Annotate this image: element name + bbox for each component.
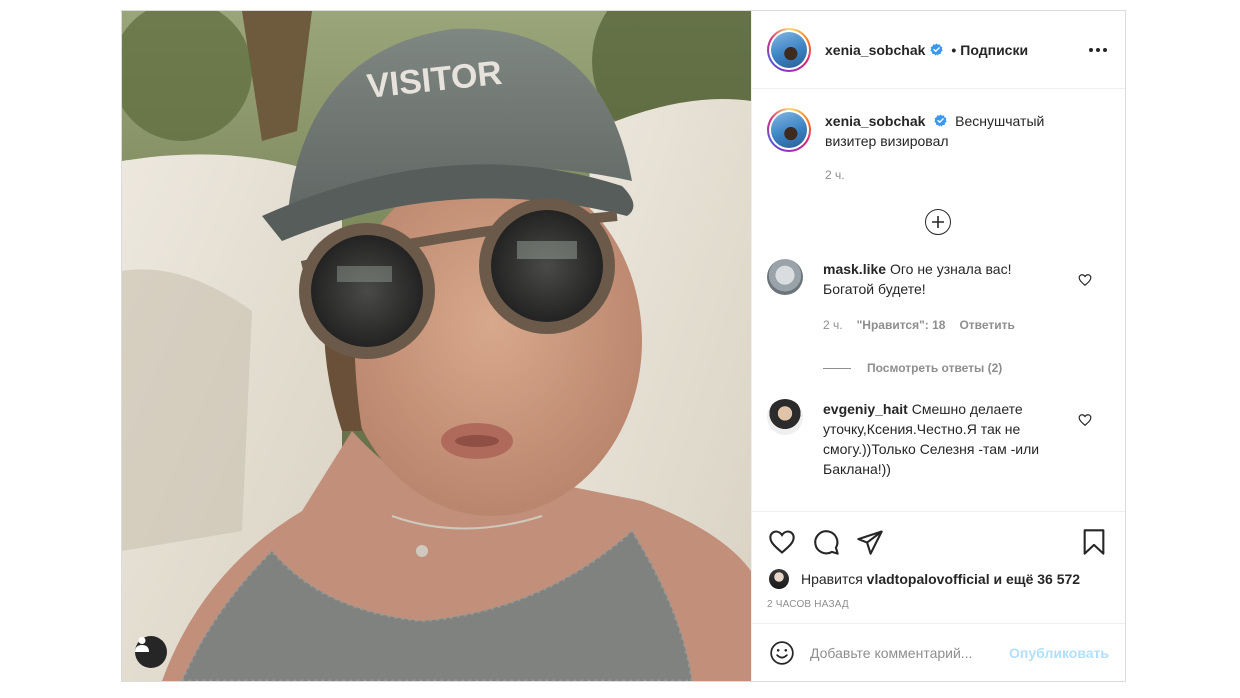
comments-list[interactable]: xenia_sobchak Веснушчатый визитер визиро… xyxy=(752,89,1125,511)
heart-icon[interactable] xyxy=(1078,413,1092,427)
reply-button[interactable]: Ответить xyxy=(959,315,1014,335)
instagram-post: VISITOR xenia_sobchak • Подписки xenia_s… xyxy=(121,10,1126,682)
comment-avatar[interactable] xyxy=(767,259,803,295)
liker-avatar[interactable] xyxy=(769,569,789,589)
paper-plane-icon xyxy=(857,530,883,555)
share-button[interactable] xyxy=(855,527,885,557)
likes-count[interactable]: и ещё 36 572 xyxy=(993,571,1080,587)
selfie-illustration: VISITOR xyxy=(122,11,751,681)
save-button[interactable] xyxy=(1079,527,1109,557)
comment-button[interactable] xyxy=(811,527,841,557)
tagged-users-button[interactable] xyxy=(135,636,167,668)
comment-username[interactable]: mask.like xyxy=(823,261,886,277)
post-header: xenia_sobchak • Подписки xyxy=(752,11,1125,89)
comment-bubble-icon xyxy=(814,530,839,555)
caption-avatar[interactable] xyxy=(767,108,811,152)
heart-icon[interactable] xyxy=(1078,273,1092,287)
comment-avatar[interactable] xyxy=(767,399,803,435)
like-button[interactable] xyxy=(767,527,797,557)
emoji-button[interactable] xyxy=(767,638,797,668)
caption-username[interactable]: xenia_sobchak xyxy=(825,113,925,129)
liker-username[interactable]: vladtopalovofficial xyxy=(867,571,990,587)
author-avatar[interactable] xyxy=(767,27,811,72)
caption-time[interactable]: 2 ч. xyxy=(825,165,845,185)
publish-button[interactable]: Опубликовать xyxy=(1009,645,1109,661)
post-caption: xenia_sobchak Веснушчатый визитер визиро… xyxy=(767,108,1109,185)
comment-likes[interactable]: "Нравится": 18 xyxy=(857,315,946,335)
bookmark-icon xyxy=(1083,529,1105,555)
comment-time[interactable]: 2 ч. xyxy=(823,315,843,335)
verified-badge-icon xyxy=(930,43,944,56)
following-button[interactable]: Подписки xyxy=(960,42,1028,58)
verified-badge-icon xyxy=(934,114,947,127)
post-side-panel: xenia_sobchak • Подписки xenia_sobchak В… xyxy=(751,11,1125,681)
add-comment-bar: Опубликовать xyxy=(752,623,1125,681)
post-actions: Нравится vladtopalovofficial и ещё 36 57… xyxy=(752,511,1125,681)
post-timestamp[interactable]: 2 часов назад xyxy=(767,599,1109,610)
heart-icon xyxy=(769,530,795,554)
more-options-icon[interactable] xyxy=(1087,42,1109,58)
likes-summary: Нравится vladtopalovofficial и ещё 36 57… xyxy=(767,569,1109,589)
author-username[interactable]: xenia_sobchak xyxy=(825,42,925,58)
user-tag-icon xyxy=(135,637,149,652)
smiley-icon xyxy=(770,640,794,665)
view-replies-label: Посмотреть ответы (2) xyxy=(867,361,1003,375)
plus-circle-icon[interactable] xyxy=(925,209,951,235)
post-photo[interactable]: VISITOR xyxy=(122,11,751,681)
view-replies-button[interactable]: Посмотреть ответы (2) xyxy=(823,361,1109,375)
likes-prefix: Нравится xyxy=(801,571,863,587)
comment-username[interactable]: evgeniy_hait xyxy=(823,401,908,417)
comment-item: evgeniy_hait Смешно делаете уточку,Ксени… xyxy=(767,399,1109,479)
comment-input[interactable] xyxy=(810,644,1010,661)
follow-separator: • xyxy=(951,41,957,58)
comment-item: mask.like Ого не узнала вас! Богатой буд… xyxy=(767,259,1109,335)
